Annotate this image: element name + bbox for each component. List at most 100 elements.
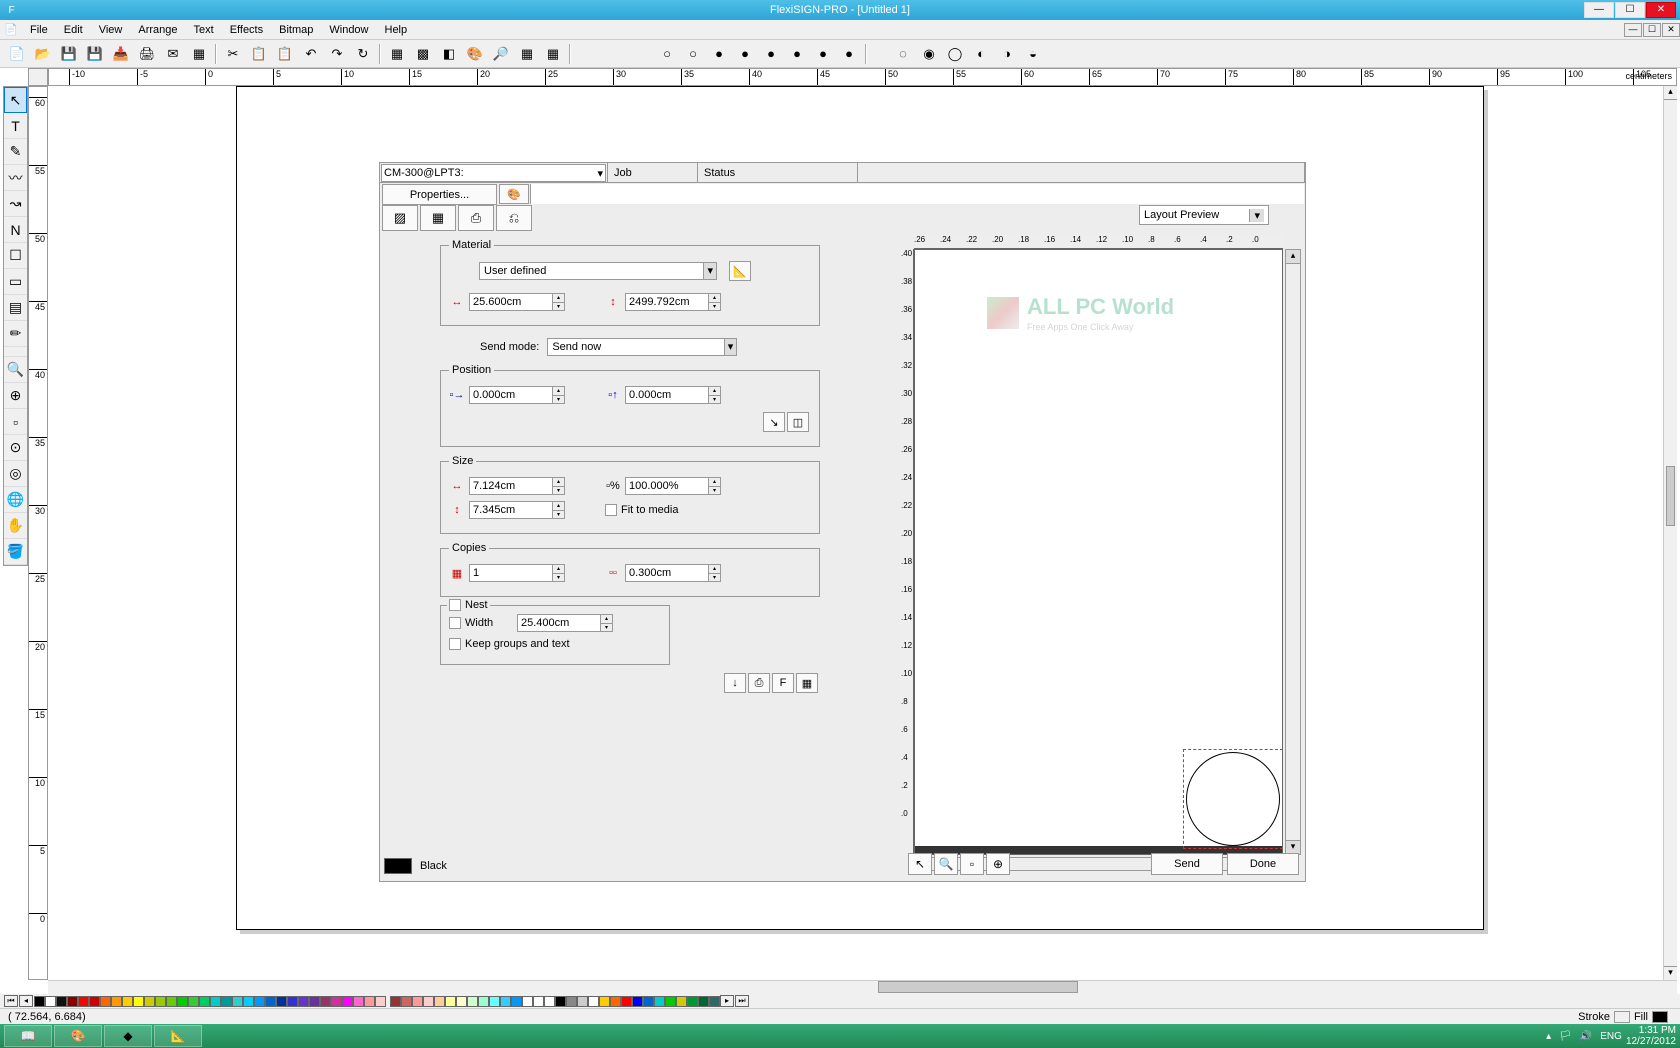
material-type-select[interactable]: User defined <box>479 262 717 280</box>
palette-swatch[interactable] <box>56 996 67 1007</box>
text-tool[interactable]: T <box>4 113 27 139</box>
position-x-spinner[interactable]: ▴▾ <box>553 386 565 404</box>
palette-swatch[interactable] <box>566 996 577 1007</box>
fill-tool[interactable]: 🪣 <box>4 539 27 565</box>
shape6[interactable]: ● <box>785 42 809 66</box>
fill-stroke[interactable]: ◧ <box>437 42 461 66</box>
color-mixer[interactable]: 🎨 <box>463 42 487 66</box>
palette-swatch[interactable] <box>687 996 698 1007</box>
material-width-spinner[interactable]: ▴▾ <box>553 293 565 311</box>
palette-swatch[interactable] <box>210 996 221 1007</box>
rect-tool[interactable]: ▭ <box>4 269 27 295</box>
copies-count-spinner[interactable]: ▴▾ <box>553 564 565 582</box>
position-y-input[interactable]: 0.000cm <box>625 386 709 404</box>
material-height-input[interactable]: 2499.792cm <box>625 293 709 311</box>
taskbar-app1[interactable]: 🎨 <box>54 1025 102 1047</box>
vertical-ruler[interactable]: 605550454035302520151050 <box>28 86 48 980</box>
palette-swatch[interactable] <box>500 996 511 1007</box>
design-central[interactable]: ▦ <box>385 42 409 66</box>
palette-swatch[interactable] <box>621 996 632 1007</box>
design-editor[interactable]: ▩ <box>411 42 435 66</box>
palette-swatch[interactable] <box>665 996 676 1007</box>
color-spec[interactable]: 🔎 <box>489 42 513 66</box>
position-center-button[interactable]: ◫ <box>787 412 809 432</box>
position-reset-button[interactable]: ↘ <box>763 412 785 432</box>
tab-general[interactable]: ▨ <box>382 205 418 231</box>
copies-count-input[interactable]: 1 <box>469 564 553 582</box>
done-button[interactable]: Done <box>1227 853 1299 875</box>
pencil-tool[interactable]: ✏ <box>4 321 27 347</box>
save-as[interactable]: 💾 <box>83 42 107 66</box>
palette-swatch[interactable] <box>342 996 353 1007</box>
palette-swatch[interactable] <box>122 996 133 1007</box>
layout-preview-select[interactable]: Layout Preview <box>1139 205 1269 225</box>
nest-checkbox[interactable] <box>449 599 461 611</box>
size-height-input[interactable]: 7.345cm <box>469 501 553 519</box>
menu-help[interactable]: Help <box>377 22 416 38</box>
palette-swatch[interactable] <box>45 996 56 1007</box>
print[interactable]: 🖨 <box>135 42 159 66</box>
palette-swatch[interactable] <box>511 996 522 1007</box>
taskbar-start[interactable]: 📖 <box>4 1025 52 1047</box>
menu-file[interactable]: File <box>22 22 56 38</box>
properties-tab[interactable]: Properties... <box>382 184 497 205</box>
palette-swatch[interactable] <box>676 996 687 1007</box>
tray-show-hidden-icon[interactable]: ▴ <box>1546 1031 1551 1042</box>
palette-swatch[interactable] <box>533 996 544 1007</box>
zoom-page-tool[interactable]: ▫ <box>4 409 27 435</box>
palette-swatch[interactable] <box>654 996 665 1007</box>
menu-bitmap[interactable]: Bitmap <box>271 22 321 38</box>
n-tool[interactable]: N <box>4 217 27 243</box>
preview-zoom-tool[interactable]: 🔍 <box>934 853 958 875</box>
rip[interactable]: ▦ <box>187 42 211 66</box>
menu-view[interactable]: View <box>91 22 131 38</box>
horizontal-ruler[interactable]: -10-505101520253035404550556065707580859… <box>48 68 1677 86</box>
maximize-button[interactable]: ☐ <box>1615 2 1645 18</box>
option-btn-3[interactable]: F <box>772 673 794 693</box>
ruler-origin[interactable] <box>28 68 48 86</box>
send-mode-select[interactable]: Send now <box>547 338 737 356</box>
send-button[interactable]: Send <box>1151 853 1223 875</box>
palette-swatch[interactable] <box>309 996 320 1007</box>
select-tool[interactable]: ↖ <box>4 87 27 113</box>
palette-swatch[interactable] <box>331 996 342 1007</box>
menu-effects[interactable]: Effects <box>222 22 271 38</box>
palette-swatch[interactable] <box>375 996 386 1007</box>
nest-width-checkbox[interactable] <box>449 617 461 629</box>
palette-swatch[interactable] <box>254 996 265 1007</box>
shape1[interactable]: ○ <box>655 42 679 66</box>
current-color-swatch[interactable] <box>384 858 412 874</box>
effect6[interactable]: ◒ <box>1021 42 1045 66</box>
material-height-spinner[interactable]: ▴▾ <box>709 293 721 311</box>
palette-swatch[interactable] <box>632 996 643 1007</box>
palette-swatch[interactable] <box>320 996 331 1007</box>
import[interactable]: 📥 <box>109 42 133 66</box>
palette-swatch[interactable] <box>434 996 445 1007</box>
vertical-scrollbar[interactable]: ▴ ▾ <box>1663 86 1677 980</box>
palette-prev[interactable]: ◂ <box>19 995 33 1007</box>
stroke-swatch[interactable] <box>1614 1011 1630 1023</box>
email[interactable]: ✉ <box>161 42 185 66</box>
close-button[interactable]: ✕ <box>1646 2 1676 18</box>
palette-swatch[interactable] <box>577 996 588 1007</box>
new-file[interactable]: 📄 <box>5 42 29 66</box>
palette-swatch[interactable] <box>265 996 276 1007</box>
menu-arrange[interactable]: Arrange <box>130 22 185 38</box>
tray-volume-icon[interactable]: 🔊 <box>1580 1031 1592 1042</box>
material-orientation-button[interactable]: 📐 <box>729 261 751 281</box>
palette-swatch[interactable] <box>353 996 364 1007</box>
tray-clock[interactable]: 1:31 PM 12/27/2012 <box>1626 1025 1676 1047</box>
device-select[interactable]: CM-300@LPT3: <box>381 164 606 182</box>
preview-object-circle[interactable] <box>1186 752 1280 846</box>
palette-swatch[interactable] <box>67 996 78 1007</box>
taskbar-flexi[interactable]: 📐 <box>154 1025 202 1047</box>
shape5[interactable]: ● <box>759 42 783 66</box>
swatch[interactable]: ▦ <box>515 42 539 66</box>
taskbar-app2[interactable]: ◆ <box>104 1025 152 1047</box>
zoom-tool[interactable]: 🔍 <box>4 357 27 383</box>
palette-swatch[interactable] <box>445 996 456 1007</box>
palette-swatch[interactable] <box>467 996 478 1007</box>
palette-swatch[interactable] <box>188 996 199 1007</box>
redo-list[interactable]: ↻ <box>351 42 375 66</box>
hand-tool[interactable]: ✋ <box>4 513 27 539</box>
